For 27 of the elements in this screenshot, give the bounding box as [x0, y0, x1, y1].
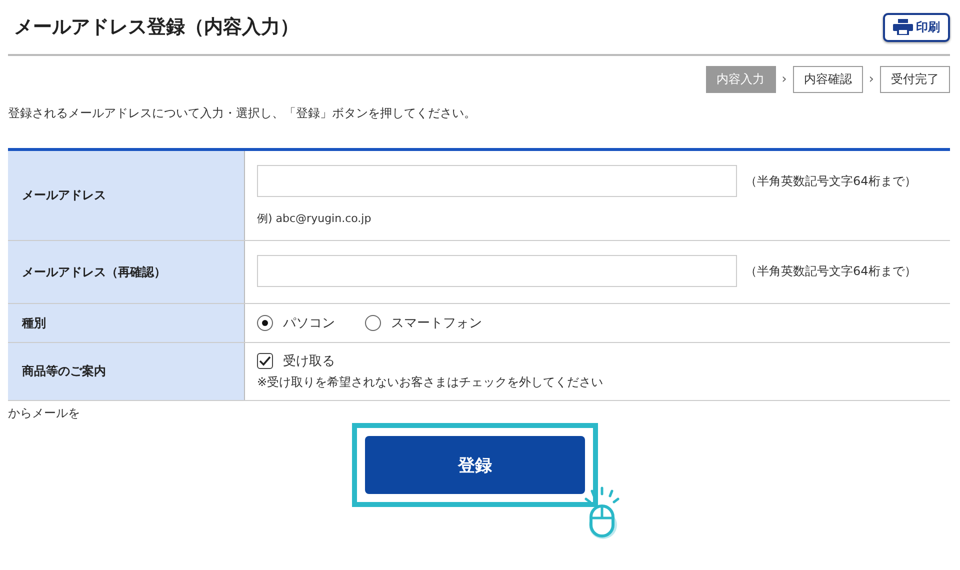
page-title: メールアドレス登録（内容入力）	[14, 15, 299, 40]
checkbox[interactable]	[257, 353, 273, 369]
submit-button[interactable]: 登録	[365, 436, 585, 494]
input-field[interactable]	[257, 255, 737, 287]
partial-text: からメールを	[8, 405, 81, 421]
input-field[interactable]	[257, 165, 737, 197]
radio-button[interactable]	[257, 315, 273, 331]
option-label: 受け取る	[283, 353, 335, 370]
step-separator: ›	[782, 72, 787, 87]
print-button[interactable]: 印刷	[883, 12, 950, 42]
field-label: 種別	[8, 304, 245, 342]
printer-icon	[893, 19, 913, 35]
step-separator: ›	[868, 72, 874, 87]
field-label: 商品等のご案内	[8, 343, 245, 400]
step-label: 内容確認	[792, 66, 863, 93]
field-note: ※受け取りを希望されないお客さまはチェックを外してください	[257, 374, 604, 391]
example-text: 例) abc@ryugin.co.jp	[257, 211, 372, 226]
step-label: 内容入力	[706, 66, 776, 93]
field-label: メールアドレス（再確認）	[8, 241, 245, 303]
option-label: パソコン	[283, 315, 335, 332]
radio-button[interactable]	[365, 315, 381, 331]
field-note: （半角英数記号文字64桁まで）	[745, 262, 916, 280]
field-label: メールアドレス	[8, 151, 245, 240]
field-note: （半角英数記号文字64桁まで）	[745, 172, 916, 190]
step-label: 受付完了	[880, 66, 950, 93]
instruction-text: 登録されるメールアドレスについて入力・選択し、「登録」ボタンを押してください。	[8, 105, 477, 122]
option-label: スマートフォン	[391, 315, 482, 332]
